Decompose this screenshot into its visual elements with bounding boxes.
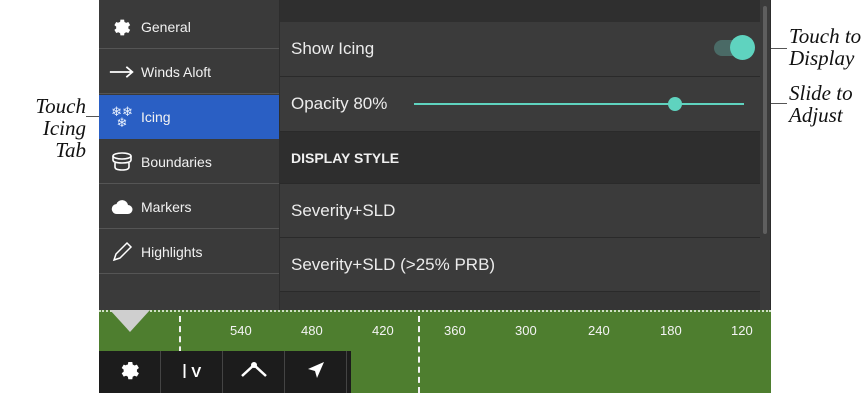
device-screen: General Winds Aloft ❄❄ ❄ Icing Boundaries… bbox=[99, 0, 771, 393]
vertical-profile-icon: I bbox=[181, 360, 188, 383]
sidebar-item-highlights[interactable]: Highlights bbox=[99, 230, 279, 274]
callout-line-1: Touch to bbox=[789, 24, 862, 48]
toggle-knob bbox=[730, 35, 755, 60]
tape-label: 480 bbox=[301, 323, 323, 338]
arrow-right-icon bbox=[109, 59, 135, 85]
scrollbar[interactable] bbox=[763, 6, 767, 234]
gear-icon bbox=[109, 14, 135, 40]
opacity-slider[interactable] bbox=[414, 97, 744, 111]
tape-label: 360 bbox=[444, 323, 466, 338]
route-button[interactable] bbox=[223, 351, 285, 393]
sidebar-item-general[interactable]: General bbox=[99, 5, 279, 49]
callout-line-2: Adjust bbox=[789, 103, 843, 127]
direct-to-arrow-icon bbox=[306, 360, 326, 384]
vertical-profile-label: V bbox=[191, 363, 202, 381]
callout-line-2: Display bbox=[789, 46, 855, 70]
callout-touch-to-display: Touch to Display bbox=[789, 25, 861, 69]
route-icon bbox=[239, 361, 269, 383]
tape-label: 120 bbox=[731, 323, 753, 338]
sidebar-item-markers[interactable]: Markers bbox=[99, 185, 279, 229]
style-option-severity-sld[interactable]: Severity+SLD bbox=[280, 184, 760, 238]
panel-bottom-strip bbox=[280, 292, 760, 310]
panel-top-strip bbox=[280, 0, 760, 22]
tape-label: 180 bbox=[660, 323, 682, 338]
snowflake-icon: ❄❄ ❄ bbox=[111, 103, 133, 130]
tape-label: 540 bbox=[230, 323, 252, 338]
gear-icon bbox=[118, 358, 142, 386]
style-option-label: Severity+SLD (>25% PRB) bbox=[291, 254, 496, 274]
tape-top-ticks bbox=[99, 310, 771, 316]
tape-label: 300 bbox=[515, 323, 537, 338]
callout-touch-icing-tab: Touch Icing Tab bbox=[8, 95, 86, 161]
tape-dashed-line-center bbox=[418, 316, 420, 393]
bottom-toolbar: I V bbox=[99, 351, 351, 393]
sidebar-item-boundaries[interactable]: Boundaries bbox=[99, 140, 279, 184]
icing-settings-panel: Show Icing Opacity 80% DISPLAY STYLE Sev… bbox=[280, 0, 770, 310]
sidebar: General Winds Aloft ❄❄ ❄ Icing Boundaries… bbox=[99, 0, 279, 310]
display-style-header: DISPLAY STYLE bbox=[280, 132, 760, 184]
settings-button[interactable] bbox=[99, 351, 161, 393]
sidebar-item-label: Icing bbox=[141, 108, 171, 125]
pencil-icon bbox=[109, 239, 135, 265]
show-icing-toggle[interactable] bbox=[714, 35, 755, 60]
section-header-label: DISPLAY STYLE bbox=[291, 149, 400, 166]
callout-slide-to-adjust: Slide to Adjust bbox=[789, 82, 853, 126]
vertical-profile-button[interactable]: I V bbox=[161, 351, 223, 393]
show-icing-label: Show Icing bbox=[291, 39, 375, 58]
style-option-severity-sld-prb[interactable]: Severity+SLD (>25% PRB) bbox=[280, 238, 760, 292]
triangle-marker bbox=[110, 310, 150, 332]
sidebar-item-icing[interactable]: ❄❄ ❄ Icing bbox=[99, 95, 279, 139]
slider-thumb[interactable] bbox=[668, 97, 682, 111]
sidebar-item-label: Markers bbox=[141, 198, 192, 215]
opacity-label: Opacity 80% bbox=[291, 94, 388, 113]
callout-line-2: Icing Tab bbox=[42, 116, 86, 162]
show-icing-row[interactable]: Show Icing bbox=[280, 22, 760, 77]
sidebar-item-label: Highlights bbox=[141, 243, 203, 260]
sidebar-item-label: General bbox=[141, 18, 191, 35]
style-option-label: Severity+SLD bbox=[291, 200, 396, 220]
callout-line-1: Slide to bbox=[789, 81, 853, 105]
tape-label: 240 bbox=[588, 323, 610, 338]
sidebar-item-label: Boundaries bbox=[141, 153, 212, 170]
opacity-row: Opacity 80% bbox=[280, 77, 760, 132]
sidebar-item-winds-aloft[interactable]: Winds Aloft bbox=[99, 50, 279, 94]
sidebar-item-label: Winds Aloft bbox=[141, 63, 212, 80]
callout-line-1: Touch bbox=[35, 94, 86, 118]
boundary-icon bbox=[109, 149, 135, 175]
tape-label: 420 bbox=[372, 323, 394, 338]
cloud-icon bbox=[109, 194, 135, 220]
direct-to-button[interactable] bbox=[285, 351, 347, 393]
